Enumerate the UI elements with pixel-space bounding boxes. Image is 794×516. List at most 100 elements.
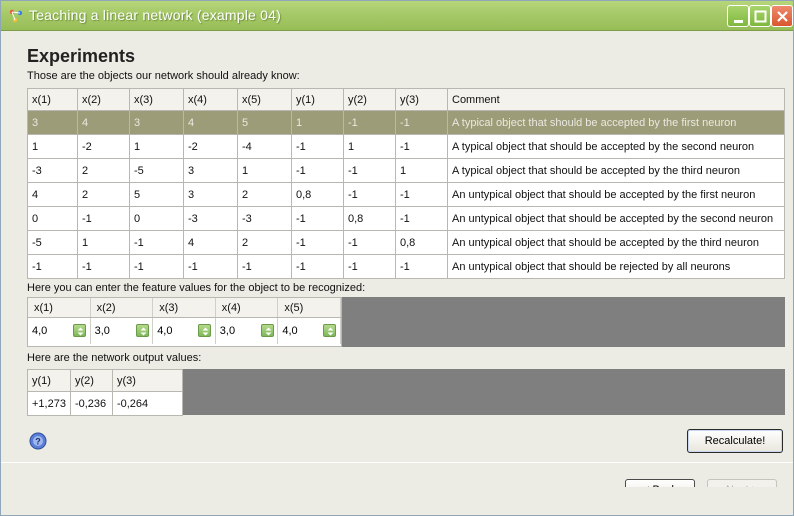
close-button[interactable] (771, 5, 793, 27)
column-header-comment[interactable]: Comment (447, 88, 785, 111)
value-cell[interactable]: -5 (129, 158, 184, 183)
column-header-x5[interactable]: x(5) (237, 88, 292, 111)
comment-cell[interactable]: An untypical object that should be accep… (447, 230, 785, 255)
value-cell[interactable]: 0 (129, 206, 184, 231)
value-cell[interactable]: -3 (27, 158, 78, 183)
column-header-y2[interactable]: y(2) (343, 88, 396, 111)
value-cell[interactable]: -1 (395, 206, 448, 231)
comment-cell[interactable]: An untypical object that should be accep… (447, 182, 785, 207)
value-cell[interactable]: -1 (291, 134, 344, 159)
value-cell[interactable]: 0 (27, 206, 78, 231)
column-header-x3[interactable]: x(3) (129, 88, 184, 111)
value-cell[interactable]: -1 (291, 206, 344, 231)
value-cell[interactable]: 3 (183, 182, 238, 207)
value-cell[interactable]: -1 (291, 254, 344, 279)
comment-cell[interactable]: A typical object that should be accepted… (447, 134, 785, 159)
value-cell[interactable]: 1 (27, 134, 78, 159)
title-bar[interactable]: Teaching a linear network (example 04) (1, 1, 793, 31)
feature-input-x2[interactable] (92, 322, 135, 340)
minimize-button[interactable] (727, 5, 749, 27)
value-cell[interactable]: -5 (27, 230, 78, 255)
value-cell[interactable]: 2 (77, 158, 130, 183)
value-cell[interactable]: 1 (343, 134, 396, 159)
table-row[interactable]: 4 2 5 3 2 0,8 -1 -1 An untypical object that sho… (27, 182, 785, 207)
value-cell[interactable]: 0,8 (291, 182, 344, 207)
column-header-x4[interactable]: x(4) (183, 88, 238, 111)
table-row[interactable]: 3 4 3 4 5 1 -1 -1 A typical object that should b… (27, 110, 785, 135)
value-cell[interactable]: -1 (343, 182, 396, 207)
feature-input-x1[interactable] (30, 322, 72, 340)
value-cell[interactable]: -2 (183, 134, 238, 159)
spin-arrows-icon[interactable] (135, 324, 149, 337)
help-icon[interactable]: ? (29, 432, 47, 450)
value-cell[interactable]: 1 (291, 110, 344, 135)
value-cell[interactable]: -2 (77, 134, 130, 159)
spin-arrows-icon[interactable] (323, 324, 337, 337)
feature-input-x5[interactable] (280, 322, 323, 340)
training-objects-table[interactable]: x(1) x(2) x(3) x(4) x(5) y(1) y(2) y(3) … (27, 88, 785, 279)
value-cell[interactable]: -3 (183, 206, 238, 231)
value-cell[interactable]: 1 (77, 230, 130, 255)
value-cell[interactable]: -1 (343, 254, 396, 279)
value-cell[interactable]: -1 (77, 206, 130, 231)
value-cell[interactable]: -1 (77, 254, 130, 279)
value-cell[interactable]: 3 (27, 110, 78, 135)
value-cell[interactable]: -3 (237, 206, 292, 231)
feature-stepper-x3[interactable] (153, 318, 216, 344)
comment-cell[interactable]: An untypical object that should be accep… (447, 206, 785, 231)
value-cell[interactable]: 4 (183, 230, 238, 255)
value-cell[interactable]: 2 (237, 182, 292, 207)
value-cell[interactable]: 4 (27, 182, 78, 207)
value-cell[interactable]: 1 (237, 158, 292, 183)
table-row[interactable]: -1 -1 -1 -1 -1 -1 -1 -1 An untypical object that… (27, 254, 785, 279)
table-row[interactable]: 1 -2 1 -2 -4 -1 1 -1 A typical object that shoul… (27, 134, 785, 159)
value-cell[interactable]: -1 (129, 230, 184, 255)
value-cell[interactable]: 0,8 (395, 230, 448, 255)
value-cell[interactable]: -1 (27, 254, 78, 279)
value-cell[interactable]: -1 (395, 110, 448, 135)
value-cell[interactable]: 2 (237, 230, 292, 255)
value-cell[interactable]: 3 (183, 158, 238, 183)
value-cell[interactable]: 1 (129, 134, 184, 159)
table-row[interactable]: 0 -1 0 -3 -3 -1 0,8 -1 An untypical object that … (27, 206, 785, 231)
comment-cell[interactable]: A typical object that should be accepted… (447, 158, 785, 183)
value-cell[interactable]: 4 (77, 110, 130, 135)
table-row[interactable]: -5 1 -1 4 2 -1 -1 0,8 An untypical object that s… (27, 230, 785, 255)
spin-arrows-icon[interactable] (198, 324, 212, 337)
value-cell[interactable]: -1 (237, 254, 292, 279)
value-cell[interactable]: -1 (395, 134, 448, 159)
value-cell[interactable]: -1 (291, 230, 344, 255)
column-header-x2[interactable]: x(2) (77, 88, 130, 111)
value-cell[interactable]: -1 (343, 158, 396, 183)
value-cell[interactable]: 1 (395, 158, 448, 183)
value-cell[interactable]: 4 (183, 110, 238, 135)
value-cell[interactable]: 0,8 (343, 206, 396, 231)
value-cell[interactable]: -1 (343, 230, 396, 255)
value-cell[interactable]: -4 (237, 134, 292, 159)
value-cell[interactable]: -1 (395, 254, 448, 279)
feature-input-x4[interactable] (217, 322, 260, 340)
value-cell[interactable]: -1 (183, 254, 238, 279)
feature-stepper-x2[interactable] (91, 318, 154, 344)
value-cell[interactable]: 5 (237, 110, 292, 135)
value-cell[interactable]: 2 (77, 182, 130, 207)
feature-stepper-x5[interactable] (278, 318, 341, 344)
value-cell[interactable]: -1 (343, 110, 396, 135)
table-row[interactable]: -3 2 -5 3 1 -1 -1 1 A typical object that should… (27, 158, 785, 183)
feature-stepper-x4[interactable] (216, 318, 279, 344)
feature-input-x3[interactable] (155, 322, 198, 340)
spin-arrows-icon[interactable] (73, 324, 86, 337)
column-header-y3[interactable]: y(3) (395, 88, 448, 111)
maximize-button[interactable] (749, 5, 771, 27)
recalculate-button[interactable]: Recalculate! (687, 429, 783, 453)
column-header-y1[interactable]: y(1) (291, 88, 344, 111)
value-cell[interactable]: -1 (291, 158, 344, 183)
value-cell[interactable]: 3 (129, 110, 184, 135)
spin-arrows-icon[interactable] (260, 324, 274, 337)
comment-cell[interactable]: An untypical object that should be rejec… (447, 254, 785, 279)
feature-stepper-x1[interactable] (28, 318, 91, 344)
value-cell[interactable]: 5 (129, 182, 184, 207)
value-cell[interactable]: -1 (395, 182, 448, 207)
value-cell[interactable]: -1 (129, 254, 184, 279)
column-header-x1[interactable]: x(1) (27, 88, 78, 111)
